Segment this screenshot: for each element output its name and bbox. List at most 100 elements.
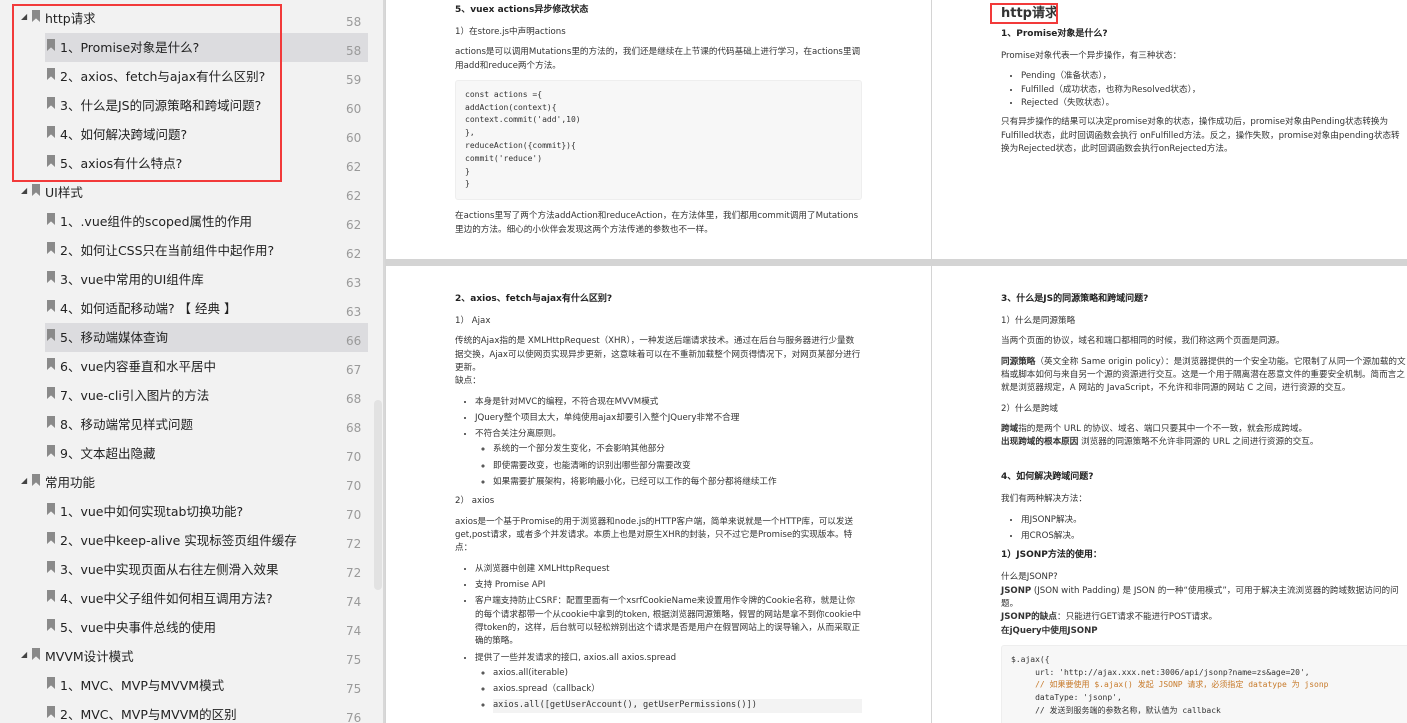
subheading: 1） Ajax [455, 315, 491, 326]
bookmark-label: 5、vue中央事件总线的使用 [60, 620, 216, 635]
paragraph: 出现跨域的根本原因 浏览器的同源策略不允许非同源的 URL 之间进行资源的交互。 [1001, 436, 1407, 449]
bookmark-icon [32, 648, 40, 660]
bookmark-item[interactable]: 3、vue中实现页面从右往左侧滑入效果 72 [45, 555, 368, 584]
bookmark-icon [47, 590, 55, 602]
section-heading: 5、vuex actions异步修改状态 [455, 5, 589, 15]
bookmark-page-number: 63 [346, 276, 362, 290]
bookmark-sidebar: ◢ http请求 58 1、Promise对象是什么? 58 2、axios、fetch与… [0, 0, 385, 723]
bookmark-icon [47, 271, 55, 283]
ways-list: 用JSONP解决。 用CROS解决。 [1021, 514, 1407, 544]
bookmark-item[interactable]: 1、.vue组件的scoped属性的作用 62 [45, 207, 368, 236]
section-heading: 2、axios、fetch与ajax有什么区别? [455, 294, 613, 304]
bookmark-page-number: 75 [346, 682, 362, 696]
bookmark-item[interactable]: 3、vue中常用的UI组件库 63 [45, 265, 368, 294]
bookmark-page-number: 63 [346, 305, 362, 319]
bookmark-label: 1、.vue组件的scoped属性的作用 [60, 214, 253, 229]
document-page: 5、vuex actions异步修改状态 1）在store.js中声明actio… [386, 0, 931, 259]
bold-term: JSONP的缺点 [1001, 612, 1057, 623]
list-item: 用JSONP解决。 [1021, 514, 1407, 527]
bookmark-group[interactable]: ◢ UI样式 62 [0, 178, 370, 207]
bookmark-item[interactable]: 9、文本超出隐藏 70 [45, 439, 368, 468]
bookmark-page-number: 62 [346, 247, 362, 261]
subheading: 1）在store.js中声明actions [455, 26, 566, 37]
paragraph: JSONP的缺点：只能进行GET请求不能进行POST请求。 [1001, 611, 1407, 624]
list-item: JQuery整个项目太大，单纯使用ajax却要引入整个JQuery非常不合理 [475, 412, 862, 425]
bookmark-item[interactable]: 6、vue内容垂直和水平居中 67 [45, 352, 368, 381]
bookmark-item[interactable]: 2、如何让CSS只在当前组件中起作用? 62 [45, 236, 368, 265]
list-item: Fulfilled（成功状态，也称为Resolved状态）， [1021, 84, 1407, 97]
bookmark-page-number: 76 [346, 711, 362, 723]
bookmark-item[interactable]: 2、MVC、MVP与MVVM的区别 76 [45, 700, 368, 723]
list-item: Pending（准备状态）， [1021, 70, 1407, 83]
paragraph-text: 指的是两个 URL 的协议、域名、端口只要其中一个不一致，就会形成跨域。 [1018, 423, 1308, 434]
states-list: Pending（准备状态）， Fulfilled（成功状态，也称为Resolve… [1021, 70, 1407, 110]
collapse-triangle-icon[interactable]: ◢ [21, 650, 27, 659]
subheading: 1）什么是同源策略 [1001, 315, 1076, 326]
bookmark-label: 2、MVC、MVP与MVVM的区别 [60, 707, 237, 722]
bookmark-item[interactable]: 8、移动端常见样式问题 68 [45, 410, 368, 439]
cons-list: 本身是针对MVC的编程，不符合现在MVVM模式 JQuery整个项目太大，单纯使… [475, 396, 862, 490]
bookmark-label: 7、vue-cli引入图片的方法 [60, 388, 210, 403]
paragraph: axios是一个基于Promise的用于浏览器和node.js的HTTP客户端，… [455, 516, 854, 554]
paragraph: 只有异步操作的结果可以决定promise对象的状态，操作成功后，promise对… [1001, 117, 1400, 154]
bookmark-item[interactable]: 5、vue中央事件总线的使用 74 [45, 613, 368, 642]
bookmark-item[interactable]: 7、vue-cli引入图片的方法 68 [45, 381, 368, 410]
bookmark-page-number: 74 [346, 595, 362, 609]
bookmark-item[interactable]: 5、移动端媒体查询 66 [45, 323, 368, 352]
collapse-triangle-icon[interactable]: ◢ [21, 186, 27, 195]
paragraph: Promise对象代表一个异步操作，有三种状态： [1001, 51, 1182, 62]
bookmark-icon [47, 416, 55, 428]
list-item-text: 不符合关注分离原则。 [475, 429, 561, 440]
bookmark-item[interactable]: 1、vue中如何实现tab切换功能? 70 [45, 497, 368, 526]
subheading: 2）什么是跨域 [1001, 403, 1059, 414]
list-item: 系统的一个部分发生变化，不会影响其他部分 [493, 443, 862, 456]
bookmark-item[interactable]: 4、vue中父子组件如何相互调用方法? 74 [45, 584, 368, 613]
bookmark-icon [47, 561, 55, 573]
bookmark-label: 5、移动端媒体查询 [60, 330, 168, 345]
list-item: 本身是针对MVC的编程，不符合现在MVVM模式 [475, 396, 862, 409]
bookmark-icon [47, 677, 55, 689]
paragraph: 在jQuery中使用JSONP [1001, 625, 1098, 636]
bookmark-page-number: 60 [346, 131, 362, 145]
paragraph: actions是可以调用Mutations里的方法的，我们还是继续在上节课的代码… [455, 47, 861, 71]
bookmark-group[interactable]: ◢ 常用功能 70 [0, 468, 370, 497]
list-item: 支持 Promise API [475, 579, 862, 592]
bookmark-group[interactable]: ◢ MVVM设计模式 75 [0, 642, 370, 671]
bookmark-label: 9、文本超出隐藏 [60, 446, 156, 461]
code-block: $.ajax({ url: 'http://ajax.xxx.net:3006/… [1001, 644, 1407, 723]
features-list: 从浏览器中创建 XMLHttpRequest 支持 Promise API 客户… [475, 563, 862, 713]
list-item: 提供了一些并发请求的接口, axios.all axios.spread axi… [475, 652, 862, 713]
section-heading: 3、什么是JS的同源策略和跨域问题? [1001, 294, 1149, 304]
bold-term: 同源策略 [1001, 356, 1036, 367]
bookmark-page-number: 66 [346, 334, 362, 348]
list-item-text: 提供了一些并发请求的接口, axios.all axios.spread [475, 652, 677, 663]
code-text: dataType: 'jsonp', // 发送到服务端的参数名称，默认值为 c… [1035, 693, 1221, 715]
sidebar-scrollbar[interactable] [374, 400, 382, 590]
list-item: Rejected（失败状态）。 [1021, 97, 1407, 110]
bookmark-label: 3、vue中实现页面从右往左侧滑入效果 [60, 562, 279, 577]
bookmark-label: 2、vue中keep-alive 实现标签页组件缓存 [60, 533, 297, 548]
bookmark-item[interactable]: 4、如何适配移动端? 【 经典 】 63 [45, 294, 368, 323]
section-heading: 1、Promise对象是什么? [1001, 29, 1108, 40]
list-item: 不符合关注分离原则。 系统的一个部分发生变化，不会影响其他部分 即使需要改变，也… [475, 428, 862, 489]
bold-term: 出现跨域的根本原因 [1001, 437, 1079, 448]
highlight-box [990, 3, 1058, 24]
list-item: 即使需要改变，也能清晰的识别出哪些部分需要改变 [493, 460, 862, 473]
bookmark-label: 2、如何让CSS只在当前组件中起作用? [60, 243, 275, 258]
bookmark-page-number: 70 [346, 479, 362, 493]
bookmark-label: 4、vue中父子组件如何相互调用方法? [60, 591, 273, 606]
bookmark-icon [47, 387, 55, 399]
collapse-triangle-icon[interactable]: ◢ [21, 476, 27, 485]
bookmark-page-number: 70 [346, 508, 362, 522]
bookmark-page-number: 72 [346, 566, 362, 580]
code-text: $.ajax({ url: 'http://ajax.xxx.net:3006/… [1011, 654, 1310, 677]
bookmark-item[interactable]: 2、vue中keep-alive 实现标签页组件缓存 72 [45, 526, 368, 555]
bookmark-label: 常用功能 [45, 475, 96, 490]
bookmark-label: 1、vue中如何实现tab切换功能? [60, 504, 244, 519]
paragraph: 我们有两种解决方法： [1001, 494, 1087, 505]
paragraph-text: (JSON with Padding) 是 JSON 的一种“使用模式”，可用于… [1001, 585, 1399, 609]
bookmark-icon [32, 184, 40, 196]
bookmark-item[interactable]: 1、MVC、MVP与MVVM模式 75 [45, 671, 368, 700]
bookmark-label: 6、vue内容垂直和水平居中 [60, 359, 216, 374]
bookmark-page-number: 62 [346, 189, 362, 203]
